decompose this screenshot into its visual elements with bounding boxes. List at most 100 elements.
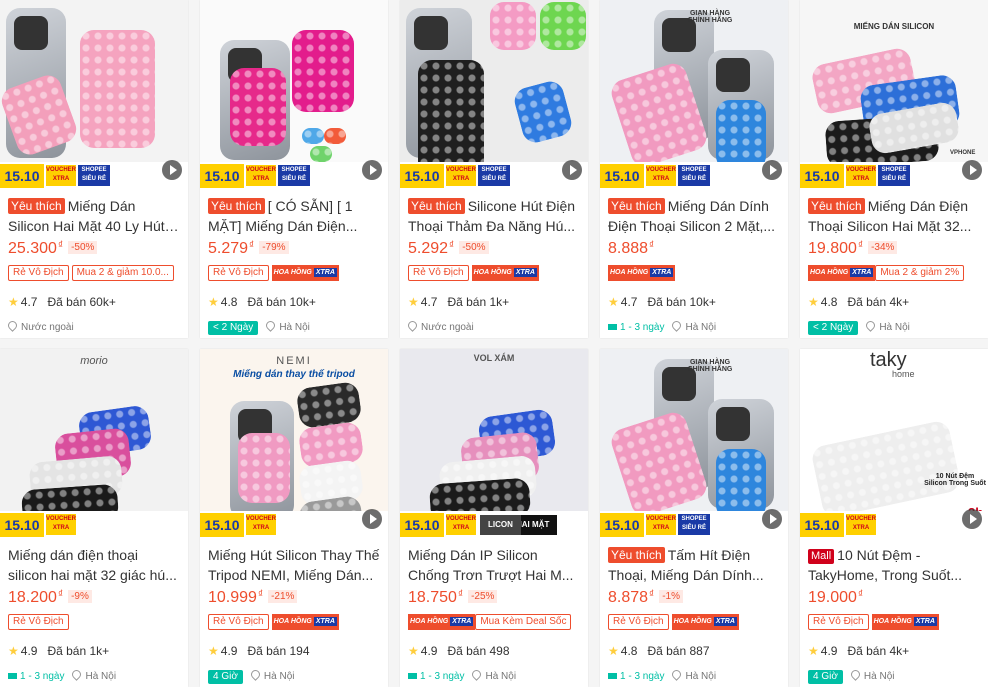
- product-card[interactable]: VOL XÁM 15.10 VOUCHER XTRA HAI MẶT LICON Miến…: [400, 349, 588, 687]
- product-title[interactable]: Yêu thích Miếng Dán Silicon Hai Mặt 40 Ly…: [8, 196, 180, 236]
- product-thumbnail[interactable]: GIAN HÀNG CHÍNH HÃNG 15.10 VOUCHER XTRA SHO…: [600, 0, 788, 188]
- product-thumbnail[interactable]: 15.10 VOUCHER XTRA SHOPEE SIÊU RẺ: [400, 0, 588, 188]
- meta-row: 1 - 3 ngày Hà Nội: [408, 668, 580, 686]
- shop-location: Hà Nội: [685, 322, 717, 333]
- rating-value: 4.7: [620, 295, 638, 309]
- commission-xtra-badge: HOA HỒNG XTRA: [408, 614, 476, 630]
- product-card[interactable]: 15.10 VOUCHER XTRA SHOPEE SIÊU RẺ Yêu thích…: [200, 0, 388, 338]
- sold-count: Đã bán 60k+: [47, 295, 116, 309]
- product-title[interactable]: Yêu thích[ CÓ SẴN] [ 1 MẶT] Miếng Dán Đi…: [208, 196, 380, 236]
- product-title[interactable]: Yêu thích Miếng Dán Điện Thoại Silicon Ha…: [808, 196, 980, 236]
- shop-location: Hà Nội: [685, 671, 717, 682]
- product-price: 8.878: [608, 589, 649, 606]
- product-thumbnail[interactable]: takyhome10 Nút Đệm Silicon Trong SuốtHà …: [800, 349, 988, 537]
- meta-row: 4 Giờ Hà Nội: [808, 668, 980, 686]
- fast-delivery-badge: 4 Giờ: [208, 670, 243, 684]
- product-thumbnail[interactable]: 15.10 VOUCHER XTRA SHOPEE SIÊU RẺ: [200, 0, 388, 188]
- promo-date: 15.10: [800, 513, 844, 537]
- shopee-sieu-re-badge: SHOPEE SIÊU RẺ: [278, 165, 310, 186]
- product-card[interactable]: MIẾNG DÁN SILICON VPHONE 15.10 VOUCHER XTRA…: [800, 0, 988, 338]
- product-title[interactable]: Yêu thích Tấm Hít Điện Thoại, Miếng Dán D…: [608, 545, 780, 585]
- silicone-pad-image: [302, 128, 324, 144]
- price-row: 19.000₫: [808, 589, 980, 609]
- product-title[interactable]: Miếng Hút Silicon Thay Thế Tripod NEMI, …: [208, 545, 380, 585]
- voucher-xtra-badge: VOUCHER XTRA: [846, 514, 876, 535]
- delivery-time: 4 Giờ: [213, 671, 238, 682]
- camera-icon: [14, 16, 48, 50]
- currency-symbol: ₫: [649, 240, 655, 251]
- xtra-label: XTRA: [313, 268, 337, 277]
- discount-badge: -34%: [868, 241, 898, 254]
- product-info: Miếng Dán IP Silicon Chống Trơn Trượt Ha…: [400, 537, 588, 686]
- sold-count: Đã bán 10k+: [647, 295, 716, 309]
- play-video-icon[interactable]: [962, 509, 982, 529]
- product-grid: 15.10 VOUCHER XTRA SHOPEE SIÊU RẺ Yêu thích…: [0, 0, 988, 687]
- product-thumbnail[interactable]: VOL XÁM 15.10 VOUCHER XTRA HAI MẶT LICON: [400, 349, 588, 537]
- product-price: 18.750: [408, 589, 457, 606]
- product-card[interactable]: takyhome10 Nút Đệm Silicon Trong SuốtHà …: [800, 349, 988, 687]
- favorite-badge: Yêu thích: [208, 198, 265, 214]
- product-card[interactable]: 15.10 VOUCHER XTRA SHOPEE SIÊU RẺ Yêu thích…: [0, 0, 188, 338]
- product-card[interactable]: GIAN HÀNG CHÍNH HÃNG 15.10 VOUCHER XTRA SHO…: [600, 0, 788, 338]
- xtra-label: XTRA: [513, 268, 537, 277]
- play-video-icon[interactable]: [762, 509, 782, 529]
- play-video-icon[interactable]: [562, 160, 582, 180]
- image-label: LICON: [480, 515, 521, 535]
- badges-row: HOA HỒNG XTRA: [608, 265, 780, 283]
- product-title[interactable]: Miếng dán điện thoại silicon hai mặt 32 …: [8, 545, 180, 585]
- rating-row: ★ 4.9 Đã bán 194: [208, 644, 380, 660]
- brand-logo: home: [892, 369, 915, 379]
- discount-badge: -9%: [68, 590, 92, 603]
- brand-logo: MIẾNG DÁN SILICON: [853, 22, 935, 31]
- product-title[interactable]: Yêu thích Silicone Hút Điện Thoại Thảm Đa…: [408, 196, 580, 236]
- star-icon: ★: [208, 644, 219, 658]
- sold-count: Đã bán 4k+: [847, 295, 910, 309]
- product-thumbnail[interactable]: morio 15.10 VOUCHER XTRA: [0, 349, 188, 537]
- badges-row: Rẻ Vô Địch HOA HỒNG XTRA: [808, 614, 980, 632]
- discount-badge: -50%: [459, 241, 489, 254]
- product-card[interactable]: GIAN HÀNG CHÍNH HÃNG 15.10 VOUCHER XTRA SHO…: [600, 349, 788, 687]
- location-pin-icon: [264, 319, 278, 332]
- meta-row: Nước ngoài: [406, 319, 580, 337]
- voucher-xtra-badge: VOUCHER XTRA: [246, 514, 276, 535]
- product-card[interactable]: morio 15.10 VOUCHER XTRA Miếng dán điện tho…: [0, 349, 188, 687]
- play-video-icon[interactable]: [762, 160, 782, 180]
- product-title[interactable]: Yêu thích Miếng Dán Dính Điện Thoại Silic…: [608, 196, 780, 236]
- product-price: 5.279: [208, 240, 249, 257]
- play-video-icon[interactable]: [162, 160, 182, 180]
- commission-xtra-badge: HOA HỒNG XTRA: [871, 614, 939, 630]
- favorite-badge: Yêu thích: [608, 547, 665, 563]
- badges-row: HOA HỒNG XTRA Mua 2 & giảm 2%: [808, 265, 980, 283]
- location-pin-icon: [406, 319, 419, 332]
- product-thumbnail[interactable]: 15.10 VOUCHER XTRA SHOPEE SIÊU RẺ: [0, 0, 188, 188]
- product-card[interactable]: NEMI Miếng dán thay thế tripod 15.10 VOUCHE…: [200, 349, 388, 687]
- play-video-icon[interactable]: [362, 160, 382, 180]
- product-title[interactable]: Mall 10 Nút Đệm - TakyHome, Trong Suốt...: [808, 545, 980, 585]
- product-title[interactable]: Miếng Dán IP Silicon Chống Trơn Trượt Ha…: [408, 545, 580, 585]
- sold-count: Đã bán 194: [247, 644, 310, 658]
- promo-date: 15.10: [200, 513, 244, 537]
- price-row: 8.878₫ -1%: [608, 589, 780, 609]
- cheapest-badge: Rẻ Vô Địch: [8, 265, 69, 281]
- voucher-xtra-badge: VOUCHER XTRA: [446, 514, 476, 535]
- silicone-pad-image: [80, 30, 155, 148]
- product-thumbnail[interactable]: GIAN HÀNG CHÍNH HÃNG 15.10 VOUCHER XTRA SHO…: [600, 349, 788, 537]
- product-card[interactable]: 15.10 VOUCHER XTRA SHOPEE SIÊU RẺ Yêu thích…: [400, 0, 588, 338]
- product-thumbnail[interactable]: MIẾNG DÁN SILICON VPHONE 15.10 VOUCHER XTRA…: [800, 0, 988, 188]
- favorite-badge: Yêu thích: [608, 198, 665, 214]
- product-price: 19.800: [808, 240, 857, 257]
- product-thumbnail[interactable]: NEMI Miếng dán thay thế tripod 15.10 VOUCHE…: [200, 349, 388, 537]
- rating-value: 4.7: [20, 295, 38, 309]
- location-pin-icon: [670, 319, 684, 332]
- product-price: 8.888: [608, 240, 649, 257]
- camera-icon: [716, 58, 750, 92]
- price-row: 19.800₫ -34%: [808, 240, 980, 260]
- star-icon: ★: [808, 644, 819, 658]
- promotion-badge: Mua Kèm Deal Sốc: [475, 614, 572, 630]
- play-video-icon[interactable]: [962, 160, 982, 180]
- rating-row: ★ 4.7 Đã bán 1k+: [408, 295, 580, 311]
- star-icon: ★: [8, 644, 19, 658]
- voucher-xtra-badge: VOUCHER XTRA: [46, 514, 76, 535]
- play-video-icon[interactable]: [362, 509, 382, 529]
- favorite-badge: Yêu thích: [8, 198, 65, 214]
